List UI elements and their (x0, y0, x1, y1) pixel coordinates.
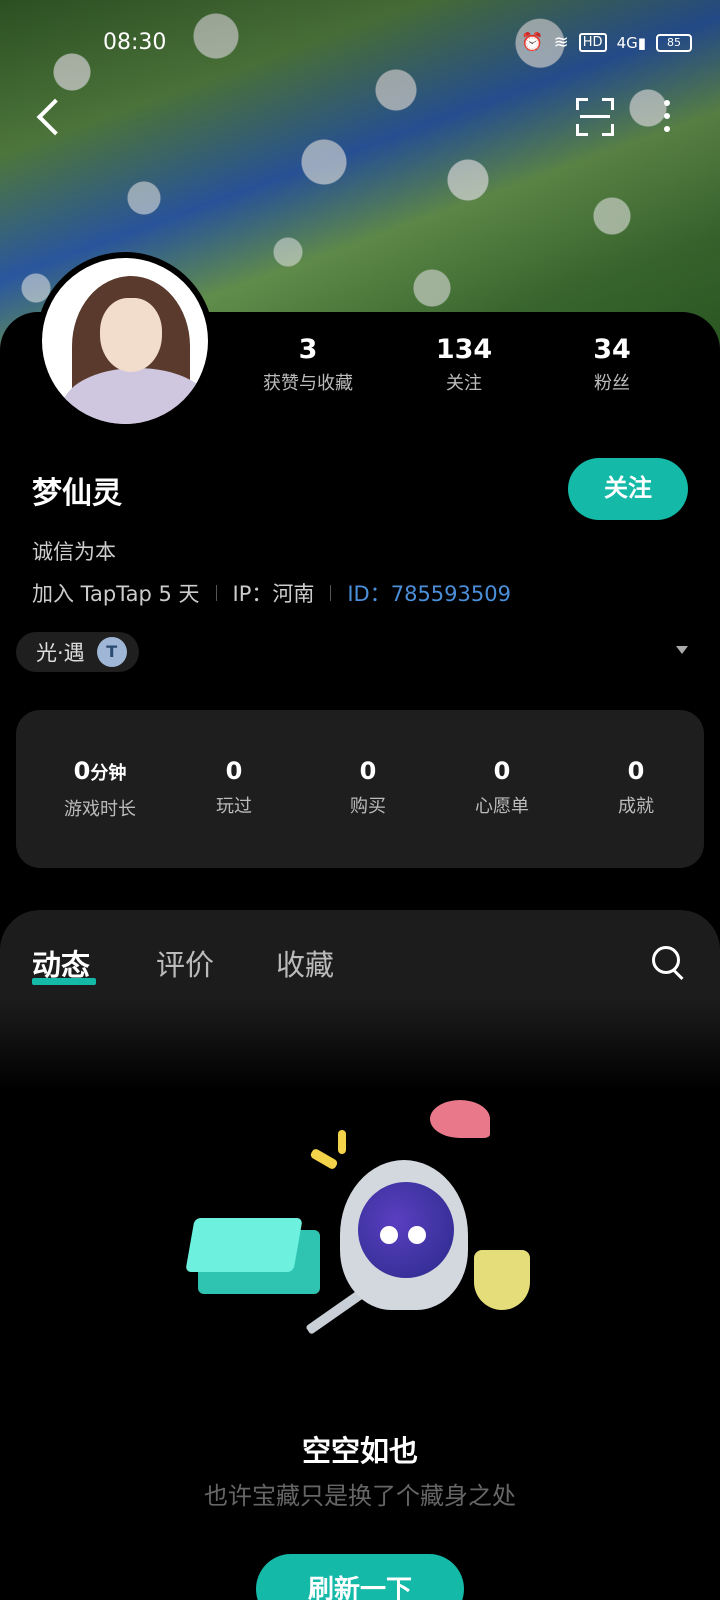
playtime-unit: 分钟 (90, 763, 127, 784)
profile-name: 梦仙灵 (32, 476, 122, 511)
achievements-value: 0 (627, 757, 645, 785)
user-id-link[interactable]: ID：785593509 (347, 578, 511, 608)
tab-favorites[interactable]: 收藏 (276, 942, 334, 984)
empty-state-subtitle: 也许宝藏只是换了个藏身之处 (204, 1482, 516, 1510)
tab-reviews[interactable]: 评价 (156, 942, 214, 984)
purchased-value: 0 (359, 757, 377, 785)
signal-icon: 4G▮ (616, 33, 646, 52)
expand-chevron-icon[interactable] (676, 646, 688, 654)
hd-icon: HD (578, 33, 607, 52)
stat-likes[interactable]: 3 获赞与收藏 (238, 333, 378, 395)
refresh-button[interactable]: 刷新一下 (256, 1554, 464, 1600)
stat-following-label: 关注 (446, 373, 482, 394)
achievements-label: 成就 (618, 796, 654, 817)
avatar[interactable] (36, 252, 214, 430)
joined-text: 加入 TapTap 5 天 (32, 582, 200, 606)
shield-icon (474, 1250, 530, 1310)
profile-meta: 加入 TapTap 5 天 IP：河南 ID：785593509 (32, 578, 511, 608)
stat-achievements[interactable]: 0 成就 (576, 756, 696, 818)
more-options-icon[interactable] (664, 100, 672, 136)
follow-button[interactable]: 关注 (568, 458, 688, 520)
game-badge[interactable]: 光·遇 T (16, 632, 139, 672)
battery-icon: 85 (656, 33, 692, 52)
alarm-icon: ⏰ (521, 32, 544, 53)
stat-played[interactable]: 0 玩过 (174, 756, 294, 818)
back-button[interactable] (32, 96, 72, 140)
stat-followers-value: 34 (593, 334, 631, 365)
stat-followers-label: 粉丝 (594, 373, 630, 394)
game-badge-label: 光·遇 (36, 641, 85, 665)
divider (215, 585, 217, 601)
ip-location: IP：河南 (232, 582, 315, 606)
empty-state-illustration (185, 1100, 550, 1360)
stat-likes-value: 3 (298, 334, 318, 365)
wishlist-label: 心愿单 (475, 796, 529, 817)
played-value: 0 (225, 757, 243, 785)
status-time: 08:30 (103, 30, 167, 55)
played-label: 玩过 (216, 796, 252, 817)
stat-playtime[interactable]: 0分钟 游戏时长 (40, 756, 160, 821)
playtime-value: 0 (73, 757, 91, 785)
playtime-label: 游戏时长 (64, 799, 136, 820)
wifi-icon: ≋ (553, 32, 569, 53)
taptap-badge-icon: T (96, 637, 127, 667)
stat-likes-label: 获赞与收藏 (263, 373, 353, 394)
empty-state-title: 空空如也 (301, 1434, 418, 1468)
purchased-label: 购买 (350, 796, 386, 817)
wishlist-value: 0 (493, 757, 511, 785)
scan-button[interactable] (576, 98, 614, 136)
stat-wishlist[interactable]: 0 心愿单 (442, 756, 562, 818)
stat-followers[interactable]: 34 粉丝 (542, 333, 682, 395)
network-label: 4G (616, 33, 638, 52)
search-icon[interactable] (652, 946, 686, 980)
divider (330, 585, 332, 601)
stat-following-value: 134 (435, 334, 493, 365)
profile-bio: 诚信为本 (32, 540, 116, 564)
status-bar: 08:30 ⏰ ≋ HD 4G▮ 85 (0, 30, 720, 60)
stat-purchased[interactable]: 0 购买 (308, 756, 428, 818)
active-tab-indicator (32, 978, 96, 985)
stat-following[interactable]: 134 关注 (394, 333, 534, 395)
